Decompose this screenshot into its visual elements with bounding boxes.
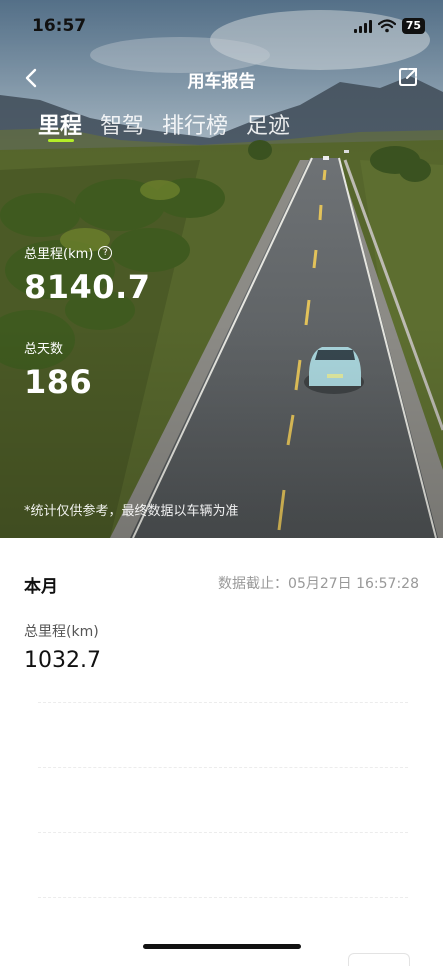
status-time: 16:57 bbox=[32, 16, 87, 36]
chart-gridline bbox=[38, 897, 408, 898]
tab-smart-driving[interactable]: 智驾 bbox=[100, 108, 144, 140]
hero-banner: 16:57 75 用车报告 里程 智驾 排行榜 足迹 总里程(km) ? 814… bbox=[0, 0, 443, 538]
monthly-panel: 本月 数据截止：05月27日 16:57:28 总里程(km) 1032.7 bbox=[0, 538, 443, 966]
total-days-label: 总天数 bbox=[24, 342, 64, 357]
total-mileage-label: 总里程(km) bbox=[24, 247, 94, 262]
chart-gridline bbox=[38, 702, 408, 703]
month-mileage-label: 总里程(km) bbox=[24, 624, 99, 640]
tab-mileage[interactable]: 里程 bbox=[38, 108, 82, 142]
total-days-value: 186 bbox=[24, 363, 93, 401]
chart-gridline bbox=[38, 767, 408, 768]
help-circle-icon[interactable]: ? bbox=[98, 245, 113, 260]
status-icons: 75 bbox=[353, 18, 425, 34]
chart-gridline bbox=[38, 832, 408, 833]
disclaimer-text: *统计仅供参考，最终数据以车辆为准 bbox=[24, 504, 239, 519]
battery-icon: 75 bbox=[401, 18, 425, 34]
wifi-icon bbox=[377, 19, 396, 33]
total-mileage-label-row: 总里程(km) ? bbox=[24, 243, 113, 262]
page-title: 用车报告 bbox=[187, 72, 256, 92]
report-tabs: 里程 智驾 排行榜 足迹 bbox=[38, 108, 290, 142]
share-icon[interactable] bbox=[397, 66, 419, 88]
month-title: 本月 bbox=[24, 577, 58, 597]
data-cutoff-time: 数据截止：05月27日 16:57:28 bbox=[218, 576, 419, 592]
home-indicator[interactable] bbox=[143, 944, 301, 949]
total-mileage-value: 8140.7 bbox=[24, 268, 151, 306]
signal-icon bbox=[353, 19, 372, 33]
month-mileage-value: 1032.7 bbox=[24, 648, 101, 673]
tab-footprint[interactable]: 足迹 bbox=[246, 108, 290, 140]
tab-leaderboard[interactable]: 排行榜 bbox=[162, 108, 228, 140]
